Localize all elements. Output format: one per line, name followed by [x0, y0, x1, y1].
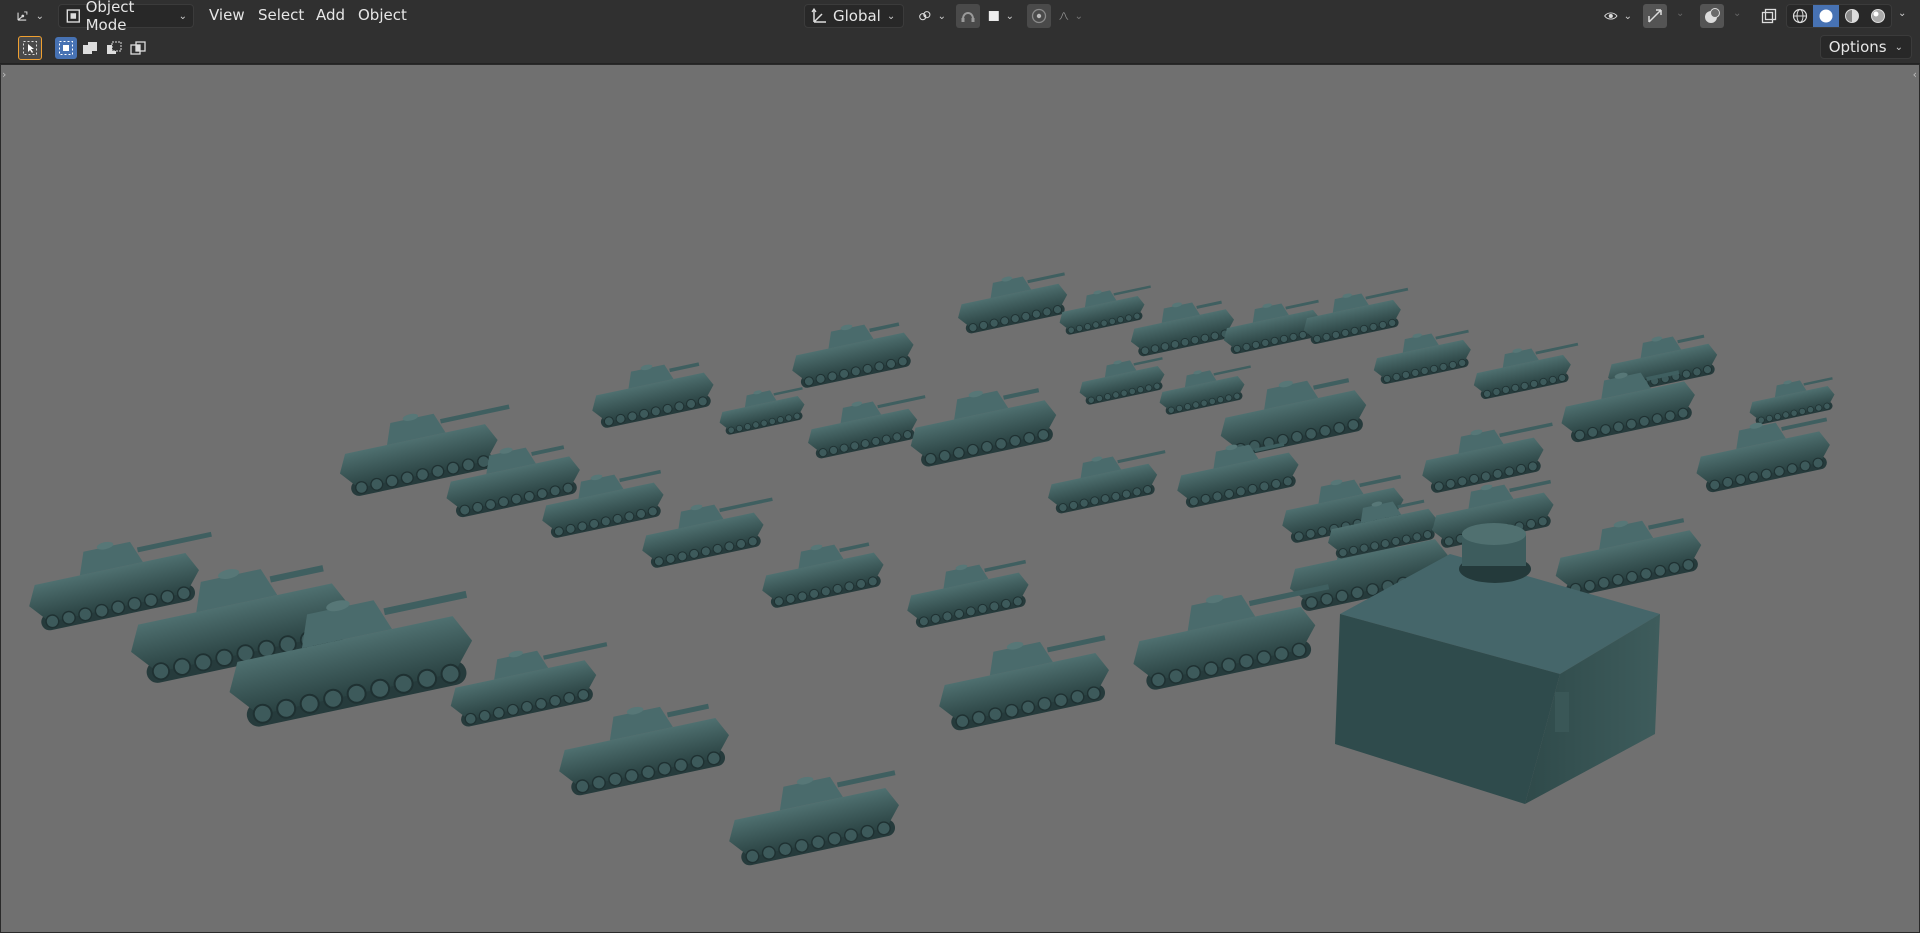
tank-model	[939, 635, 1109, 731]
tank-model	[1555, 518, 1702, 597]
3d-viewport[interactable]: › ‹	[0, 64, 1920, 933]
material-preview-icon	[1845, 9, 1859, 23]
3d-viewport-icon	[17, 11, 28, 21]
wireframe-shading-icon	[1792, 8, 1808, 24]
extend-selection-icon	[83, 42, 97, 54]
falloff-dropdown[interactable]: ⌄	[1053, 4, 1089, 28]
overlay-toggle[interactable]	[1700, 4, 1724, 28]
menu-select[interactable]: Select	[258, 6, 304, 24]
chevron-down-icon: ⌄	[1894, 41, 1903, 53]
xray-toggle[interactable]	[1757, 4, 1781, 28]
chevron-down-icon[interactable]: ⌄	[1733, 8, 1741, 19]
subtract-selection-icon	[107, 41, 122, 54]
chevron-down-icon: ⌄	[1074, 10, 1083, 22]
selection-mode-subtract[interactable]	[103, 37, 125, 59]
menu-add[interactable]: Add	[316, 6, 345, 24]
selection-mode-extend[interactable]	[79, 37, 101, 59]
new-selection-icon	[59, 41, 73, 55]
tank-model	[1079, 357, 1165, 405]
solid-shading-icon	[1819, 9, 1833, 23]
menu-view[interactable]: View	[209, 6, 245, 24]
shading-material-button[interactable]	[1839, 5, 1865, 27]
snap-toggle[interactable]	[956, 4, 980, 28]
pivot-point-icon	[919, 11, 931, 21]
tank-model	[1133, 584, 1330, 690]
xray-icon	[1761, 8, 1777, 24]
transform-orientation-icon	[811, 7, 826, 23]
falloff-curve-icon	[1059, 12, 1069, 20]
selection-mode-new[interactable]	[55, 37, 77, 59]
select-box-tool-icon	[23, 41, 37, 55]
overlay-icon	[1705, 8, 1720, 23]
invert-selection-icon	[130, 41, 146, 55]
visibility-icon	[1604, 12, 1618, 20]
chevron-down-icon: ⌄	[1623, 10, 1632, 22]
tank-model	[719, 387, 805, 435]
scene-models	[29, 272, 1835, 866]
visibility-dropdown[interactable]: ⌄	[1598, 4, 1638, 28]
tank-model	[958, 272, 1068, 334]
tank-model	[792, 322, 914, 388]
chevron-down-icon[interactable]: ⌄	[1676, 8, 1684, 19]
tank-model	[1473, 342, 1579, 400]
selection-mode-invert[interactable]	[127, 37, 149, 59]
mode-label: Object Mode	[85, 0, 135, 34]
active-tool-button[interactable]	[18, 36, 42, 60]
chevron-down-icon: ⌄	[937, 10, 946, 22]
snap-target-dropdown[interactable]: ⌄	[982, 4, 1020, 28]
proportional-editing-toggle[interactable]	[1027, 4, 1051, 28]
chevron-down-icon[interactable]: ⌄	[1898, 8, 1906, 19]
tool-settings-bar: Options ⌄	[0, 32, 1920, 64]
transform-orientation-label: Global	[833, 7, 881, 25]
chevron-down-icon: ⌄	[35, 10, 44, 22]
tank-model	[910, 388, 1057, 467]
tank-model	[592, 362, 714, 428]
rendered-shading-icon	[1871, 9, 1885, 23]
options-label: Options	[1828, 38, 1887, 56]
proportional-editing-icon	[1031, 8, 1047, 24]
tank-model	[1048, 450, 1166, 514]
shading-wireframe-button[interactable]	[1787, 5, 1813, 27]
tank-model	[1373, 329, 1471, 385]
snap-icon	[961, 12, 975, 22]
options-dropdown[interactable]: Options ⌄	[1819, 35, 1912, 59]
mode-dropdown[interactable]: Object Mode ⌄	[58, 0, 194, 34]
shading-solid-button[interactable]	[1813, 5, 1839, 27]
gizmo-toggle[interactable]	[1643, 4, 1667, 28]
tank-model	[559, 703, 729, 796]
selection-mode-group	[55, 37, 149, 59]
snap-increment-icon	[988, 11, 999, 21]
shading-rendered-button[interactable]	[1865, 5, 1891, 27]
tank-model	[808, 395, 926, 459]
menu-object[interactable]: Object	[358, 6, 407, 24]
tank-model	[762, 542, 884, 608]
tank-model	[907, 559, 1029, 628]
editor-type-button[interactable]: ⌄	[10, 4, 50, 28]
chevron-down-icon: ⌄	[886, 10, 896, 22]
chevron-down-icon: ⌄	[178, 10, 187, 22]
object-mode-icon	[66, 9, 80, 23]
transform-orientation-dropdown[interactable]: Global ⌄	[804, 4, 904, 28]
pivot-point-dropdown[interactable]: ⌄	[912, 4, 952, 28]
viewport-header: ⌄ Object Mode ⌄ View Select Add Object G…	[0, 0, 1920, 34]
gizmo-icon	[1648, 9, 1662, 23]
viewport-shading-group	[1786, 4, 1892, 28]
chevron-down-icon: ⌄	[1005, 10, 1014, 22]
tank-model	[1159, 365, 1251, 415]
tank-model	[729, 770, 899, 866]
